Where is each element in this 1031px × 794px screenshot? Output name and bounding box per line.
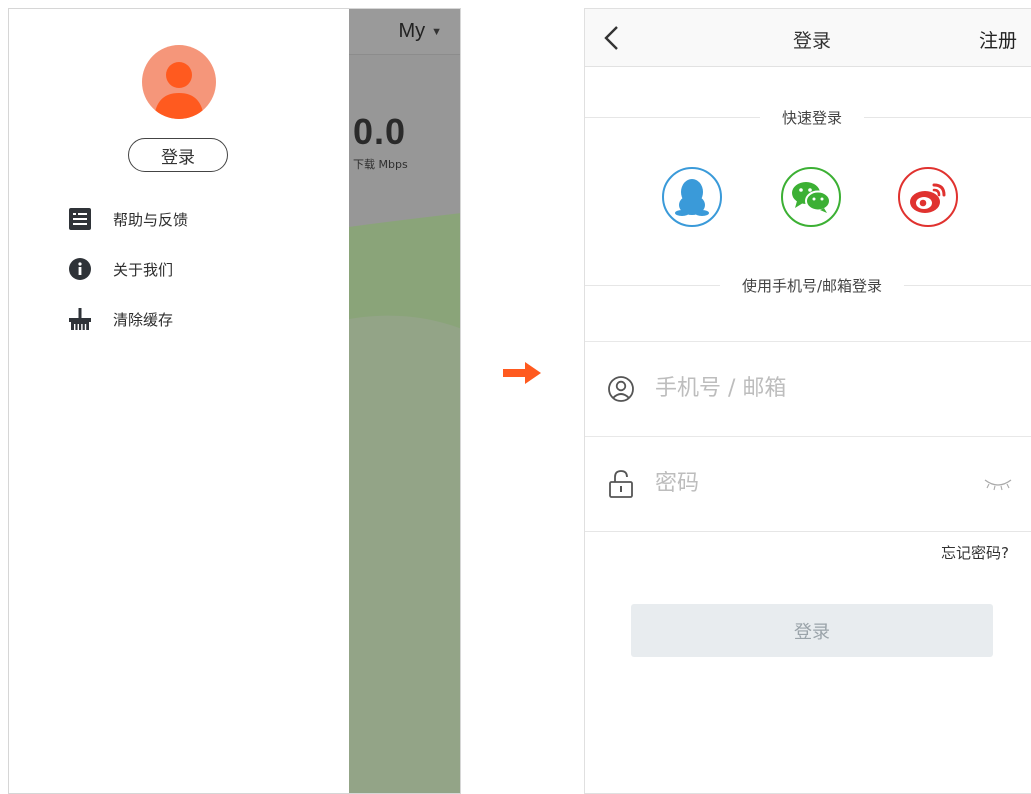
eye-closed-icon[interactable]	[983, 477, 1013, 491]
quick-login-label: 快速登录	[759, 107, 865, 128]
user-circle-icon	[608, 376, 634, 402]
login-submit-button[interactable]: 登录	[631, 604, 993, 657]
lock-icon	[609, 470, 633, 498]
qq-penguin-icon	[675, 179, 709, 216]
speed-wave-graphic	[349, 213, 460, 793]
wechat-icon	[792, 182, 831, 213]
download-speed-value: 0.0	[353, 111, 407, 152]
account-dropdown[interactable]: My ▼	[398, 20, 442, 43]
account-field-row[interactable]	[585, 341, 1031, 436]
account-input[interactable]	[655, 376, 955, 401]
side-drawer: 登录 帮助与反馈 关于我们 清除缓存	[9, 9, 349, 793]
divider-line	[585, 531, 1031, 532]
register-link[interactable]: 注册	[979, 26, 1017, 53]
password-input[interactable]	[655, 471, 955, 496]
menu-item-label: 帮助与反馈	[113, 210, 189, 229]
account-dropdown-label: My	[398, 20, 426, 42]
phone-email-login-label: 使用手机号/邮箱登录	[719, 275, 905, 296]
info-icon	[67, 256, 93, 282]
page-title: 登录	[792, 30, 831, 52]
caret-down-icon: ▼	[431, 25, 442, 38]
menu-item-clear-cache[interactable]: 清除缓存	[67, 304, 173, 334]
right-phone-screen: 登录 注册 快速登录 使用手机号/邮箱登录 手机号 / 邮箱 忘记密码? 登录	[584, 8, 1031, 794]
broom-icon	[67, 306, 93, 332]
forgot-password-link[interactable]: 忘记密码?	[941, 542, 1009, 563]
menu-item-about-us[interactable]: 关于我们	[67, 254, 173, 284]
dimmed-main-screen[interactable]: My ▼ 0.0 下载 Mbps	[349, 9, 460, 793]
password-field-row[interactable]	[585, 436, 1031, 531]
qq-login-button[interactable]	[662, 167, 722, 227]
download-speed-unit: 下载 Mbps	[353, 158, 408, 171]
weibo-icon	[910, 183, 946, 213]
menu-item-label: 清除缓存	[113, 310, 174, 329]
feedback-list-icon	[67, 206, 93, 232]
menu-item-help-feedback[interactable]: 帮助与反馈	[67, 204, 188, 234]
menu-item-label: 关于我们	[113, 260, 174, 279]
weibo-login-button[interactable]	[898, 167, 958, 227]
wechat-login-button[interactable]	[781, 167, 841, 227]
drawer-login-button[interactable]: 登录	[128, 138, 228, 172]
main-header: My ▼	[349, 9, 460, 55]
user-avatar-icon	[154, 62, 204, 119]
arrow-right-icon	[503, 362, 541, 384]
left-phone-screen: 登录 帮助与反馈 关于我们 清除缓存 My ▼ 0.0 下载 Mbps	[8, 8, 461, 794]
avatar[interactable]	[142, 45, 216, 119]
nav-bar: 登录 注册	[585, 9, 1031, 67]
